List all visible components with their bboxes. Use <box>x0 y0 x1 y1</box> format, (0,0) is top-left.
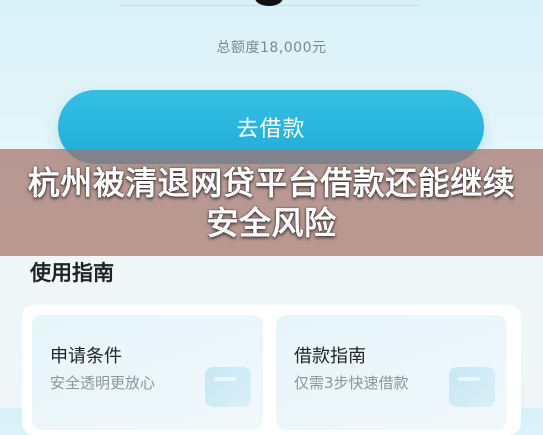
article-title-banner: 杭州被清退网贷平台借款还能继续安全风险 <box>0 149 543 256</box>
usage-guide-section: 使用指南 申请条件 安全透明更放心 借款指南 仅需3步快速借款 <box>10 250 533 435</box>
article-title: 杭州被清退网贷平台借款还能继续安全风险 <box>27 163 516 242</box>
usage-guide-panel: 申请条件 安全透明更放心 借款指南 仅需3步快速借款 <box>22 305 521 435</box>
total-credit-amount: 总额度18,000元 <box>216 40 327 56</box>
application-conditions-card[interactable]: 申请条件 安全透明更放心 <box>32 315 263 430</box>
usage-guide-heading: 使用指南 <box>30 261 114 285</box>
borrowing-guide-card[interactable]: 借款指南 仅需3步快速借款 <box>276 315 507 430</box>
card-title: 申请条件 <box>50 346 122 367</box>
card-icon <box>449 367 495 407</box>
card-subtitle: 仅需3步快速借款 <box>294 374 409 392</box>
card-subtitle: 安全透明更放心 <box>50 374 156 392</box>
card-title: 借款指南 <box>294 346 366 367</box>
document-icon <box>205 367 251 407</box>
